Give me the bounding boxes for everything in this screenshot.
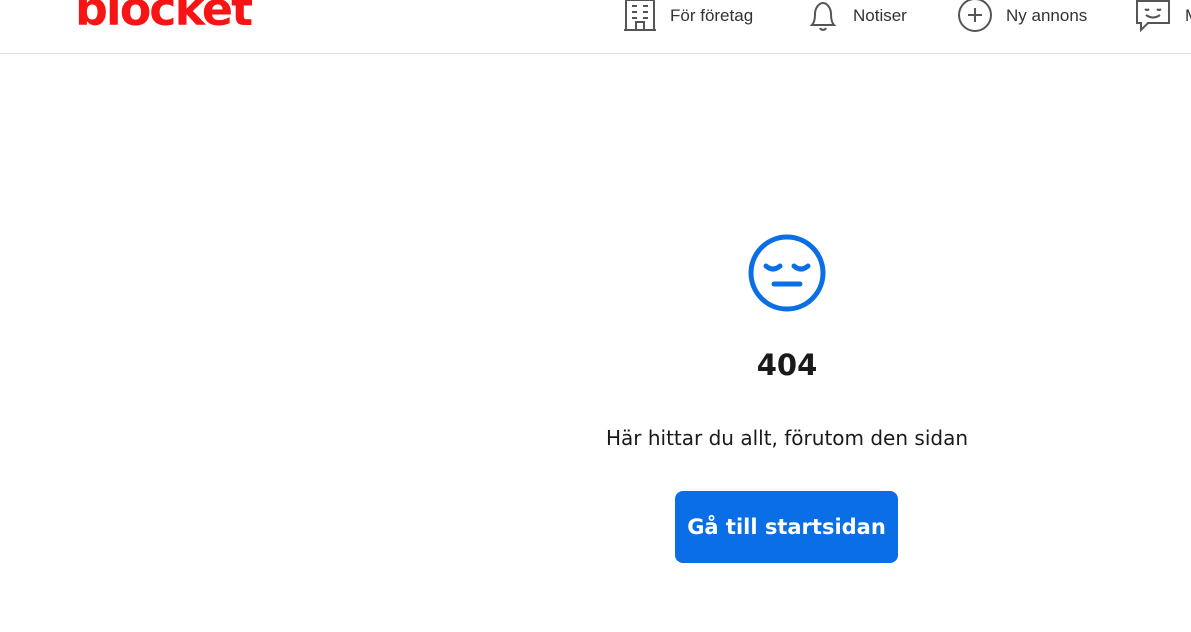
error-code: 404 — [756, 348, 818, 382]
site-header: blocket För företag Notiser Ny annons — [0, 0, 1191, 54]
building-icon — [623, 0, 657, 33]
error-page: 404 Här hittar du allt, förutom den sida… — [0, 55, 1191, 632]
plus-circle-icon — [957, 0, 993, 34]
nav-ny-annons[interactable]: Ny annons — [957, 0, 1087, 32]
nav-messages[interactable]: M — [1134, 0, 1191, 34]
blocket-logo[interactable]: blocket — [75, 0, 253, 32]
bell-icon — [806, 0, 840, 33]
nav-notiser[interactable]: Notiser — [806, 0, 907, 32]
nav-for-foretag-label: För företag — [670, 6, 754, 25]
error-message: Här hittar du allt, förutom den sidan — [605, 426, 968, 450]
go-to-startpage-button[interactable]: Gå till startsidan — [675, 491, 898, 563]
nav-for-foretag[interactable]: För företag — [623, 0, 753, 32]
nav-notiser-label: Notiser — [853, 6, 907, 25]
sad-face-icon — [747, 233, 827, 313]
nav-messages-label: M — [1185, 6, 1191, 26]
nav-ny-annons-label: Ny annons — [1006, 6, 1088, 25]
chat-smile-icon — [1134, 0, 1172, 34]
